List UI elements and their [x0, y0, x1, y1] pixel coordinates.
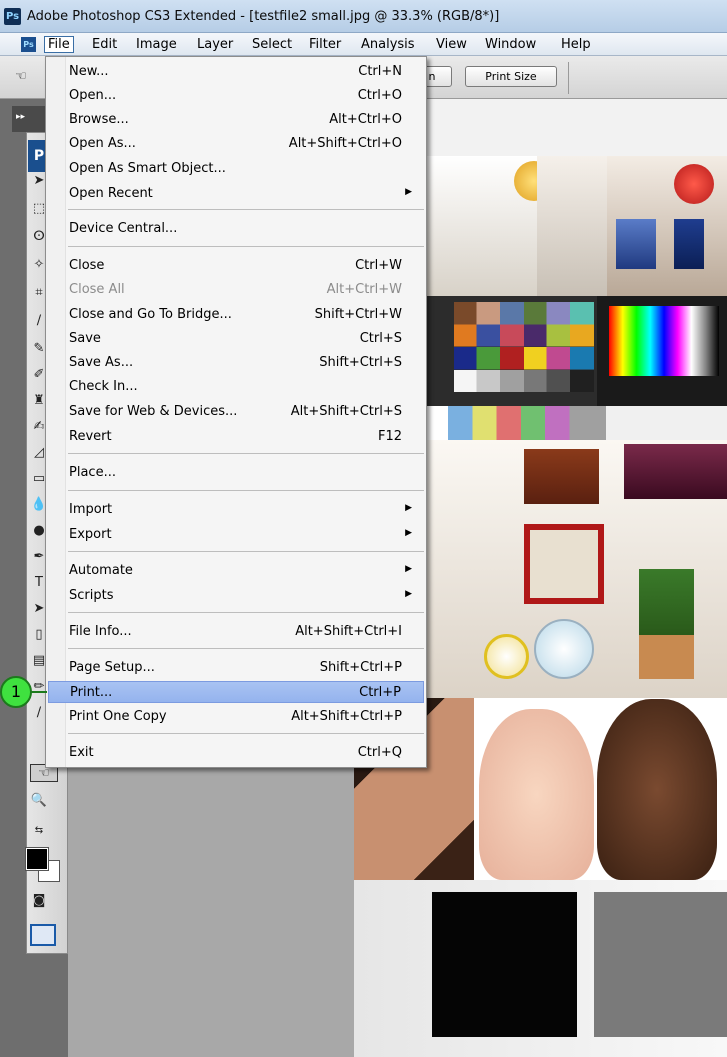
- submenu-arrow-icon: ▶: [405, 589, 412, 599]
- menu-separator: [68, 551, 424, 552]
- menu-item-revert[interactable]: Revert F12: [48, 426, 424, 448]
- menu-item-check-in[interactable]: Check In...: [48, 376, 424, 398]
- menu-item-browse[interactable]: Browse... Alt+Ctrl+O: [48, 109, 424, 131]
- menu-item-scripts[interactable]: Scripts ▶: [48, 585, 424, 607]
- window-title: Adobe Photoshop CS3 Extended - [testfile…: [27, 9, 500, 24]
- menu-view[interactable]: View: [433, 36, 470, 53]
- menu-separator: [68, 490, 424, 491]
- screen-mode-icon[interactable]: [30, 924, 56, 946]
- menu-item-file-info[interactable]: File Info... Alt+Shift+Ctrl+I: [48, 621, 424, 643]
- photo-purple-box: [624, 444, 727, 499]
- menu-filter[interactable]: Filter: [306, 36, 344, 53]
- zoom-tool-icon[interactable]: 🔍: [30, 792, 48, 810]
- menu-item-export[interactable]: Export ▶: [48, 524, 424, 546]
- menu-item-page-setup[interactable]: Page Setup... Shift+Ctrl+P: [48, 657, 424, 679]
- menu-separator: [68, 648, 424, 649]
- menu-file[interactable]: File: [44, 36, 74, 53]
- photo-child-portrait: [597, 699, 717, 880]
- menu-item-device-central[interactable]: Device Central...: [48, 218, 424, 240]
- menu-item-import[interactable]: Import ▶: [48, 499, 424, 521]
- gray-patch: [594, 892, 727, 1037]
- target-chart-spectrum: [609, 306, 719, 376]
- photo-fish-bowl: [534, 619, 594, 679]
- photo-baby-portrait: [479, 709, 594, 880]
- menu-separator: [68, 453, 424, 454]
- callout-pointer: [31, 691, 47, 693]
- submenu-arrow-icon: ▶: [405, 528, 412, 538]
- menu-item-close-all: Close All Alt+Ctrl+W: [69, 282, 402, 297]
- file-menu-dropdown: New... Ctrl+N Open... Ctrl+O Browse... A…: [45, 56, 427, 768]
- menu-layer[interactable]: Layer: [194, 36, 236, 53]
- submenu-arrow-icon: ▶: [405, 503, 412, 513]
- print-size-button[interactable]: Print Size: [465, 66, 557, 87]
- menu-analysis[interactable]: Analysis: [358, 36, 418, 53]
- menu-item-open-as-smart-object[interactable]: Open As Smart Object...: [48, 158, 424, 180]
- photo-shelf-items: [537, 156, 607, 296]
- menu-item-open-as[interactable]: Open As... Alt+Shift+Ctrl+O: [48, 133, 424, 155]
- photo-alarm-clock: [484, 634, 529, 679]
- photo-leather-case: [524, 449, 599, 504]
- submenu-arrow-icon: ▶: [405, 564, 412, 574]
- menu-separator: [68, 733, 424, 734]
- menu-item-close-go-to-bridge[interactable]: Close and Go To Bridge... Shift+Ctrl+W: [48, 304, 424, 326]
- foreground-color-swatch[interactable]: [25, 847, 49, 871]
- menu-item-new[interactable]: New... Ctrl+N: [48, 61, 424, 83]
- menu-select[interactable]: Select: [249, 36, 295, 53]
- menu-item-print[interactable]: Print... Ctrl+P: [48, 681, 424, 703]
- photoshop-document-icon[interactable]: Ps: [21, 37, 36, 52]
- menu-item-save[interactable]: Save Ctrl+S: [48, 328, 424, 350]
- expand-arrows-icon[interactable]: ▸▸: [16, 112, 25, 122]
- menu-window[interactable]: Window: [482, 36, 539, 53]
- menu-item-save-as[interactable]: Save As... Shift+Ctrl+S: [48, 352, 424, 374]
- black-patch: [432, 892, 577, 1037]
- options-separator: [568, 62, 569, 94]
- menu-separator: [68, 209, 424, 210]
- menu-item-open[interactable]: Open... Ctrl+O: [48, 85, 424, 107]
- menu-item-print-one-copy[interactable]: Print One Copy Alt+Shift+Ctrl+P: [48, 706, 424, 728]
- menu-item-place[interactable]: Place...: [48, 462, 424, 484]
- photo-blue-vase: [674, 219, 704, 269]
- callout-marker: 1: [0, 676, 32, 708]
- menu-separator: [68, 612, 424, 613]
- menu-bar: Ps File Edit Image Layer Select Filter A…: [0, 33, 727, 56]
- menu-separator: [68, 246, 424, 247]
- menu-item-close[interactable]: Close Ctrl+W: [48, 255, 424, 277]
- submenu-arrow-icon: ▶: [405, 187, 412, 197]
- menu-help[interactable]: Help: [558, 36, 594, 53]
- menu-edit[interactable]: Edit: [89, 36, 120, 53]
- menu-item-open-recent[interactable]: Open Recent ▶: [48, 183, 424, 205]
- title-bar: Ps Adobe Photoshop CS3 Extended - [testf…: [0, 0, 727, 33]
- photo-gray-strip: [424, 406, 727, 440]
- photo-red-frame: [524, 524, 604, 604]
- photoshop-app-icon: Ps: [4, 8, 21, 25]
- photo-cactus-pot: [639, 569, 694, 679]
- hand-tool-preset-icon[interactable]: ☜: [12, 68, 30, 86]
- menu-item-exit[interactable]: Exit Ctrl+Q: [48, 742, 424, 764]
- swap-colors-icon[interactable]: ⇆: [30, 822, 48, 840]
- color-checker-patches: [454, 302, 594, 392]
- menu-item-save-for-web[interactable]: Save for Web & Devices... Alt+Shift+Ctrl…: [48, 401, 424, 423]
- photo-pencil-cup: [616, 219, 656, 269]
- menu-image[interactable]: Image: [133, 36, 180, 53]
- quick-mask-icon[interactable]: ◙: [30, 892, 48, 910]
- menu-item-automate[interactable]: Automate ▶: [48, 560, 424, 582]
- photo-red-flower: [674, 164, 714, 204]
